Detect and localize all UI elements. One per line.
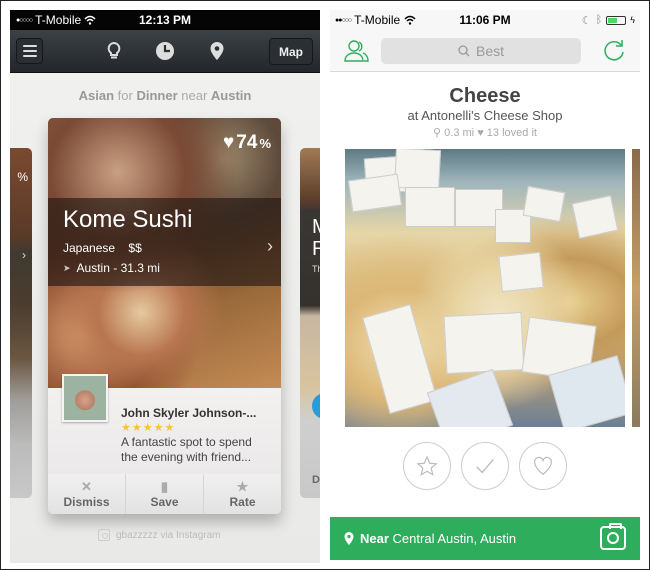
cuisine-filter[interactable]: Asian bbox=[79, 88, 114, 103]
bluetooth-icon: ᛒ bbox=[595, 14, 603, 26]
menu-button[interactable] bbox=[16, 38, 43, 64]
search-context-subtitle: Asian for Dinner near Austin bbox=[78, 88, 252, 103]
item-meta: ⚲ 0.3 mi ♥ 13 loved it bbox=[330, 126, 640, 139]
top-nav-bar: Map bbox=[10, 30, 320, 73]
photo-credit: gbazzzzz via Instagram bbox=[98, 529, 221, 541]
search-icon bbox=[458, 45, 470, 57]
location-pin-icon: ⚲ bbox=[433, 127, 442, 139]
signal-strength-icon: ●○○○○ bbox=[16, 16, 33, 24]
charging-icon: ϟ bbox=[630, 15, 635, 25]
next-photo-peek[interactable] bbox=[632, 149, 640, 427]
star-icon: ★ bbox=[236, 478, 249, 494]
reviewer-avatar[interactable] bbox=[62, 374, 108, 422]
loved-count: 13 loved it bbox=[486, 127, 537, 139]
checkmark-icon bbox=[476, 459, 494, 474]
map-button[interactable]: Map bbox=[269, 38, 313, 65]
favorite-button[interactable] bbox=[403, 442, 451, 490]
camera-button[interactable] bbox=[600, 523, 626, 550]
status-bar: ●●○○○ T-Mobile 11:06 PM ☾ ᛒ ϟ bbox=[330, 10, 640, 30]
carrier-label: T-Mobile bbox=[35, 13, 82, 27]
wifi-icon bbox=[404, 15, 416, 25]
restaurant-card[interactable]: ♥ 74% Kome Sushi Japanese $$ ➤ Austin - … bbox=[48, 118, 281, 514]
moon-icon: ☾ bbox=[581, 14, 592, 27]
cuisine-label: Japanese bbox=[63, 241, 116, 255]
check-in-button[interactable] bbox=[461, 442, 509, 490]
status-time: 11:06 PM bbox=[459, 13, 511, 27]
heart-icon bbox=[534, 456, 552, 476]
location-pin-icon[interactable] bbox=[207, 41, 227, 61]
star-rating: ★★★★★ bbox=[121, 422, 176, 434]
distance-label: Austin - 31.3 mi bbox=[76, 261, 160, 275]
wifi-icon bbox=[84, 15, 96, 25]
instagram-icon bbox=[98, 529, 110, 541]
meal-filter[interactable]: Dinner bbox=[136, 88, 177, 103]
search-input[interactable]: Best bbox=[381, 38, 581, 64]
left-phone-screen: ●○○○○ T-Mobile 12:13 PM ➤ ᛒ Map Asian fo… bbox=[10, 10, 320, 563]
heart-icon: ♥ bbox=[223, 132, 235, 153]
close-icon: ✕ bbox=[81, 478, 92, 494]
reviewer-name: John Skyler Johnson-... bbox=[121, 406, 257, 420]
heart-icon: ♥ bbox=[477, 127, 484, 139]
signal-strength-icon: ●●○○○ bbox=[335, 16, 352, 24]
item-photo[interactable] bbox=[345, 149, 625, 427]
star-icon bbox=[416, 455, 438, 476]
top-nav-bar: Best bbox=[330, 30, 640, 72]
avatar bbox=[312, 393, 320, 419]
battery-icon bbox=[606, 15, 627, 25]
previous-card-peek[interactable]: % › bbox=[10, 148, 32, 498]
dismiss-button[interactable]: ✕ Dismiss bbox=[48, 474, 126, 514]
right-phone-screen: ●●○○○ T-Mobile 11:06 PM ☾ ᛒ ϟ Best Chees… bbox=[330, 10, 640, 563]
item-title: Cheese bbox=[449, 85, 521, 107]
item-actions bbox=[330, 442, 640, 490]
status-time: 12:13 PM bbox=[138, 13, 192, 27]
rate-button[interactable]: ★ Rate bbox=[204, 474, 281, 514]
next-card-peek[interactable]: MR Th D bbox=[300, 148, 320, 498]
venue-name[interactable]: at Antonelli's Cheese Shop bbox=[330, 108, 640, 123]
bookmark-icon: ▮ bbox=[160, 478, 169, 494]
chevron-right-icon[interactable]: › bbox=[267, 236, 273, 257]
location-pin-icon bbox=[344, 532, 354, 545]
carrier-label: T-Mobile bbox=[354, 13, 401, 27]
location-bar[interactable]: Near Central Austin, Austin bbox=[330, 517, 640, 560]
card-actions: ✕ Dismiss ▮ Save ★ Rate bbox=[48, 474, 281, 514]
lightbulb-icon[interactable] bbox=[104, 41, 124, 61]
friends-icon[interactable] bbox=[344, 39, 370, 63]
refresh-icon[interactable] bbox=[602, 39, 626, 63]
like-percentage: ♥ 74% bbox=[223, 132, 271, 153]
location-arrow-icon: ➤ bbox=[63, 262, 71, 273]
camera-icon bbox=[607, 532, 619, 544]
clock-icon[interactable] bbox=[155, 41, 175, 61]
save-button[interactable]: ▮ Save bbox=[126, 474, 204, 514]
review-text: A fantastic spot to spend the evening wi… bbox=[121, 435, 252, 464]
place-filter[interactable]: Austin bbox=[211, 88, 251, 103]
review-section: John Skyler Johnson-... ★★★★★ A fantasti… bbox=[48, 374, 281, 474]
restaurant-name: Kome Sushi bbox=[63, 206, 193, 233]
distance-label: 0.3 mi bbox=[444, 127, 475, 139]
love-button[interactable] bbox=[519, 442, 567, 490]
price-label: $$ bbox=[128, 241, 142, 255]
status-bar: ●○○○○ T-Mobile 12:13 PM ➤ ᛒ bbox=[10, 10, 320, 30]
